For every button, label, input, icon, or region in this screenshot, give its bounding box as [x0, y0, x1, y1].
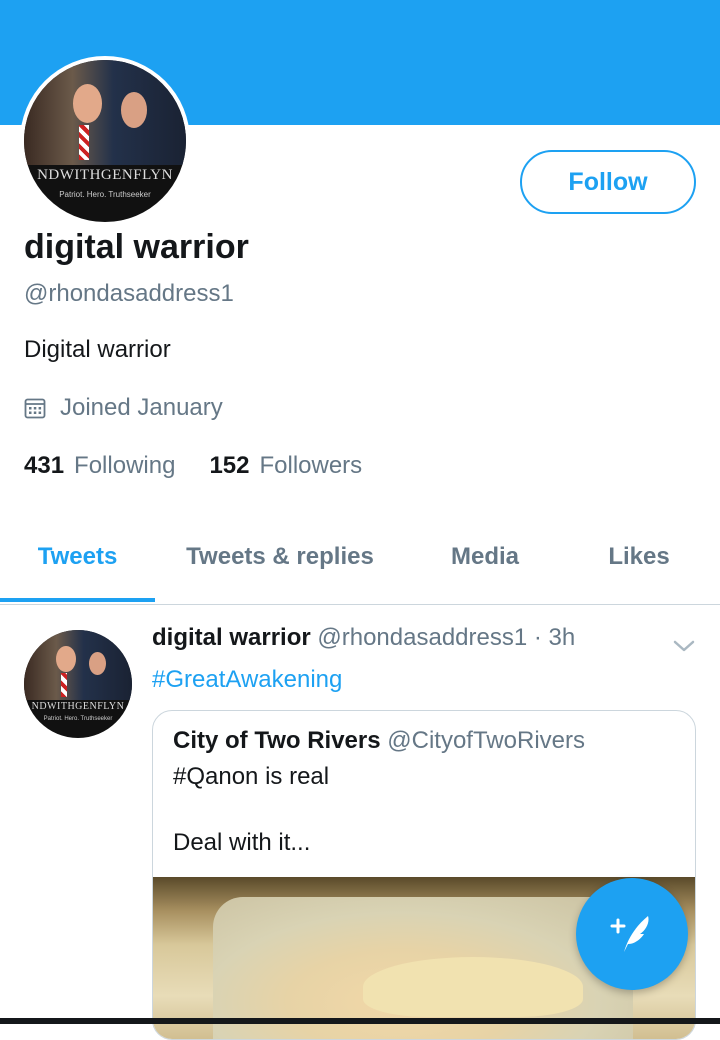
- chevron-down-icon[interactable]: [672, 636, 696, 656]
- profile-bio: Digital warrior: [24, 336, 171, 363]
- avatar-face-left: [72, 84, 102, 124]
- tweet-avatar-caption: NDWITHGENFLYN: [31, 701, 125, 713]
- tweet-header: digital warrior @rhondasaddress1 · 3h: [152, 624, 575, 652]
- tweet-hashtag[interactable]: #GreatAwakening: [152, 666, 342, 694]
- avatar-face-right: [121, 92, 148, 129]
- avatar-caption: NDWITHGENFLYN: [37, 166, 173, 183]
- avatar-image: NDWITHGENFLYN Patriot. Hero. Truthseeker: [24, 60, 186, 222]
- quoted-author-name: City of Two Rivers: [173, 727, 381, 754]
- quoted-text-line1: #Qanon is real: [173, 763, 330, 790]
- compose-tweet-button[interactable]: [576, 878, 688, 990]
- follow-button[interactable]: Follow: [520, 150, 696, 214]
- profile-handle: @rhondasaddress1: [24, 280, 234, 307]
- quoted-author-handle: @CityofTwoRivers: [387, 727, 585, 754]
- avatar-tie: [79, 124, 89, 161]
- active-tab-indicator: [0, 598, 155, 602]
- calendar-icon: [24, 398, 46, 419]
- avatar-photo: [24, 60, 186, 166]
- tweet-avatar-face-left: [56, 646, 76, 673]
- bottom-edge: [0, 1018, 720, 1024]
- tab-media[interactable]: Media: [410, 520, 560, 604]
- profile-avatar[interactable]: NDWITHGENFLYN Patriot. Hero. Truthseeker: [20, 56, 190, 226]
- tweet-avatar-subcaption: Patriot. Hero. Truthseeker: [43, 716, 113, 723]
- joined-label: Joined January: [60, 394, 223, 421]
- tweet-author-avatar[interactable]: NDWITHGENFLYN Patriot. Hero. Truthseeker: [24, 630, 132, 738]
- following-count: 431: [24, 452, 65, 479]
- compose-tweet-icon: [610, 916, 649, 952]
- profile-stats: 431 Following 152 Followers: [24, 452, 362, 480]
- tab-likes[interactable]: Likes: [565, 520, 713, 604]
- followers-label: Followers: [259, 452, 363, 479]
- tweet-author-name[interactable]: digital warrior: [152, 624, 311, 651]
- followers-count: 152: [209, 452, 250, 479]
- profile-tabs: Tweets Tweets & replies Media Likes: [0, 520, 720, 605]
- tab-tweets[interactable]: Tweets: [0, 520, 155, 604]
- tweet-avatar-tie: [60, 673, 68, 697]
- quoted-tweet[interactable]: City of Two Rivers @CityofTwoRivers #Qan…: [152, 710, 696, 1040]
- tweet-timestamp: · 3h: [533, 624, 576, 651]
- profile-display-name: digital warrior: [24, 228, 249, 266]
- following-stat[interactable]: 431 Following: [24, 452, 175, 480]
- following-label: Following: [74, 452, 176, 479]
- tweet-author-handle[interactable]: @rhondasaddress1: [317, 624, 527, 651]
- avatar-subcaption: Patriot. Hero. Truthseeker: [59, 189, 151, 199]
- quoted-tweet-header: City of Two Rivers @CityofTwoRivers: [173, 727, 585, 755]
- followers-stat[interactable]: 152 Followers: [209, 452, 362, 480]
- tab-tweets-replies[interactable]: Tweets & replies: [165, 520, 395, 604]
- quoted-text-line2: Deal with it...: [173, 829, 311, 856]
- quoted-media-subject: [363, 957, 583, 1017]
- tweet-avatar-photo: [24, 630, 132, 701]
- profile-joined: Joined January: [24, 394, 223, 422]
